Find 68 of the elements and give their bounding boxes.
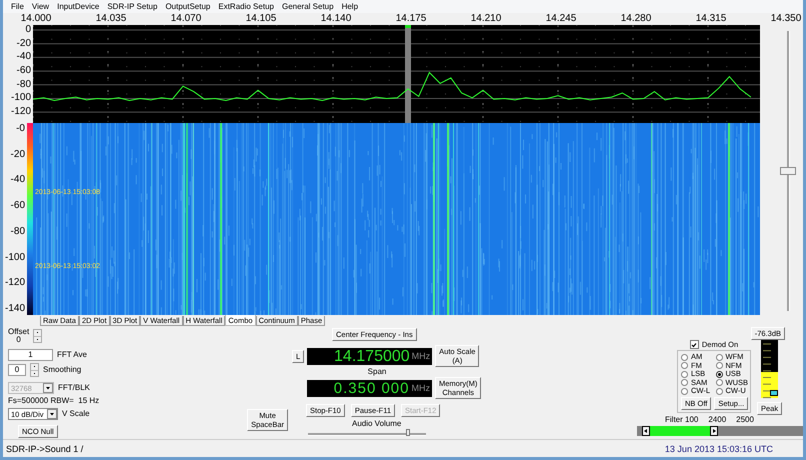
menu-item[interactable]: File [7, 0, 28, 13]
menu-item[interactable]: General Setup [278, 0, 338, 13]
tuning-marker[interactable] [405, 25, 411, 123]
peak-indicator [770, 390, 778, 396]
menu-item[interactable]: SDR-IP Setup [103, 0, 162, 13]
fft-ave-label: FFT Ave [57, 350, 87, 360]
menu-item[interactable]: ExtRadio Setup [214, 0, 278, 13]
frequency-unit: MHz [412, 351, 430, 361]
frequency-label: 14.210 [470, 13, 502, 25]
right-handle-icon[interactable] [710, 426, 718, 436]
frequency-label: 14.350 [770, 13, 802, 25]
span-unit: MHz [412, 383, 430, 393]
menu-item[interactable]: View [28, 0, 54, 13]
tuning-marker-top [405, 25, 411, 28]
frequency-label: 14.140 [320, 13, 352, 25]
span-label: Span [366, 367, 388, 377]
fft-ave-field[interactable]: 1 [8, 349, 53, 361]
offset-value: 0 [16, 336, 21, 344]
frequency-label: 14.280 [620, 13, 652, 25]
sample-rate-info: Fs=500000 RBW= 15 Hz [8, 396, 100, 406]
spinner-control[interactable] [33, 329, 42, 343]
db-label: -20 [10, 150, 25, 160]
filter-label: Filter 100 [665, 415, 698, 424]
db-label: -120 [4, 278, 25, 288]
smoothing-label: Smoothing [43, 365, 82, 375]
db-label: -60 [10, 201, 25, 212]
db-label: -140 [4, 304, 25, 314]
slider-thumb[interactable] [406, 429, 410, 436]
frequency-label: 14.175 [396, 13, 426, 25]
frequency-label: 14.315 [696, 13, 726, 25]
smoothing-field[interactable]: 0 [8, 364, 26, 376]
db-label: -40 [10, 175, 25, 186]
frequency-label: 14.035 [96, 13, 126, 25]
left-handle-icon[interactable] [642, 426, 650, 436]
filter-label: 2400 [708, 415, 726, 424]
filter-label: 2500 [736, 415, 754, 424]
vscale-label: V Scale [62, 409, 90, 419]
db-label: -40 [16, 52, 31, 62]
db-label: -100 [4, 252, 25, 262]
menu-item[interactable]: OutputSetup [161, 0, 214, 13]
vertical-slider[interactable] [778, 31, 796, 311]
audio-volume-label: Audio Volume [351, 419, 402, 428]
db-label: -60 [16, 66, 31, 76]
menu-item[interactable]: InputDevice [53, 0, 104, 13]
meter-ticks [763, 343, 772, 399]
db-label: -0 [16, 124, 25, 134]
filter-slider[interactable] [637, 426, 803, 436]
spinner-control[interactable] [30, 363, 39, 377]
db-label: -20 [16, 38, 31, 49]
db-label: -120 [10, 107, 31, 118]
db-label: -80 [10, 226, 25, 237]
db-label: -80 [16, 80, 31, 90]
filter-range[interactable] [642, 426, 718, 436]
frequency-label: 14.070 [170, 13, 202, 25]
slider-thumb[interactable] [780, 167, 796, 175]
frequency-label: 14.105 [246, 13, 276, 25]
frequency-label: 14.245 [546, 13, 576, 25]
offset-label: Offset [8, 328, 30, 336]
fft-blk-label: FFT/BLK [58, 383, 90, 393]
db-label: -100 [10, 93, 31, 104]
menu-item[interactable]: Help [338, 0, 362, 13]
frequency-label: 14.000 [20, 13, 52, 25]
db-label: 0 [25, 24, 31, 35]
status-text: SDR-IP->Sound 1 / [6, 444, 84, 454]
status-datetime: 13 Jun 2013 15:03:16 UTC [664, 444, 773, 454]
span-value: 0.350 000 [334, 380, 410, 396]
checkmark-icon [691, 342, 698, 348]
frequency-value: 14.175000 [334, 348, 410, 364]
